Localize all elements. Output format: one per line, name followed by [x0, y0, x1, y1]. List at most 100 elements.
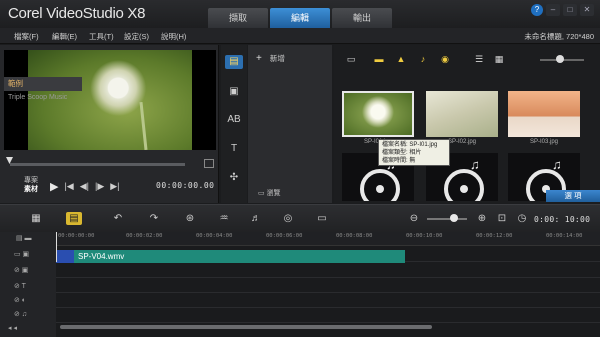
record-capture-icon[interactable]: ⊛	[182, 212, 198, 225]
fit-project-icon[interactable]: ⊡	[494, 212, 510, 225]
thumbnail-tooltip: 檔案名稱: SP-I01.jpg 檔案類型: 相片 檔案時間: 無	[378, 139, 450, 166]
media-icon[interactable]: ▤	[225, 55, 243, 69]
menu-help[interactable]: 說明(H)	[161, 31, 186, 42]
timeline-panel: ▤ ▬ ▭ ▣ ⊘ ▣ ⊘ T ⊘ ◐ ⊘ ♫ ◂ ◂ 00:00:00:00 …	[0, 232, 600, 337]
list-view-icon[interactable]: ☰	[472, 53, 486, 66]
menu-file[interactable]: 檔案(F)	[14, 31, 39, 42]
show-audio-icon[interactable]: ♪	[416, 53, 430, 66]
workspace-tabs: 擷取 編輯 輸出	[208, 8, 392, 28]
tooltip-filename: 檔案名稱: SP-I01.jpg	[382, 142, 438, 148]
import-folder-icon[interactable]: ▭	[344, 53, 358, 66]
ruler-tick: 00:00:02:00	[126, 233, 163, 239]
overlay-track[interactable]	[56, 264, 600, 278]
next-frame-icon[interactable]: |▶	[95, 181, 104, 192]
show-photo-icon[interactable]: ▲	[394, 53, 408, 66]
help-button[interactable]: ?	[531, 4, 543, 16]
menu-edit[interactable]: 編輯(E)	[52, 31, 77, 42]
undo-icon[interactable]: ↶	[110, 212, 126, 225]
project-title: 未命名標題, 720*480	[524, 32, 594, 41]
video-track-icon[interactable]: ▭ ▣	[14, 250, 50, 262]
options-button[interactable]: 選 項	[546, 190, 600, 202]
end-icon[interactable]: ▶|	[110, 181, 119, 192]
title-track-icon[interactable]: ⊘ T	[14, 282, 50, 294]
folder-triple-scoop-music[interactable]: Triple Scoop Music	[4, 91, 82, 105]
motion-tracking-icon[interactable]: ◎	[280, 212, 296, 225]
scrubber-bar[interactable]	[10, 163, 185, 166]
window-controls: ? – □ ✕	[531, 4, 594, 16]
app-title: Corel VideoStudio X8	[8, 5, 146, 22]
zoom-in-icon[interactable]: ⊕	[474, 212, 490, 225]
voice-track-icon[interactable]: ⊘ ◐	[14, 296, 50, 308]
zoom-out-icon[interactable]: ⊖	[406, 212, 422, 225]
overlay-track-icon[interactable]: ⊘ ▣	[14, 266, 50, 278]
tab-share[interactable]: 輸出	[332, 8, 392, 28]
ruler-tick: 00:00:04:00	[196, 233, 233, 239]
timeline-toolbar: ▦ ▤ ↶ ↷ ⊛ ♒ ♬ ◎ ▭ ⊖ ⊕ ⊡ ◷ 0:00: 10:00	[0, 204, 600, 232]
transport-controls: ▶ |◀ ◀| |▶ ▶|	[50, 180, 120, 193]
music-note-icon: ♫	[552, 157, 562, 172]
thumbnail-sp-i03[interactable]	[508, 91, 580, 137]
thumbnail-view-icon[interactable]: ▦	[492, 53, 506, 66]
maximize-button[interactable]: □	[563, 4, 577, 16]
track-manager-icon[interactable]: ▤ ▬	[16, 234, 52, 246]
thumbnail-sp-i01[interactable]	[342, 91, 414, 137]
menu-tools[interactable]: 工具(T)	[89, 31, 114, 42]
menu-bar: 檔案(F) 編輯(E) 工具(T) 設定(S) 說明(H) 未命名標題, 720…	[0, 28, 600, 44]
thumbnail-zoom-knob[interactable]	[556, 55, 564, 63]
timeline-zoom-track[interactable]	[427, 218, 467, 220]
media-toolbar: ▭ ▬ ▲ ♪ ◉ ☰ ▦	[334, 53, 600, 67]
menu-settings[interactable]: 設定(S)	[124, 31, 149, 42]
timeline-view-icon[interactable]: ▤	[66, 212, 82, 225]
thumbnail-sp-i02[interactable]	[426, 91, 498, 137]
browse-button[interactable]: ▭ 瀏覽	[258, 188, 281, 198]
thumbnail-label-sp-i03: SP-I03.jpg	[529, 139, 559, 145]
mode-project-label[interactable]: 專案	[24, 176, 38, 185]
filter-icon[interactable]: ✣	[225, 171, 243, 185]
player-timecode[interactable]: 00:00:00.00	[156, 181, 214, 190]
music-disc-icon	[444, 169, 484, 201]
time-ruler[interactable]: 00:00:00:00 00:00:02:00 00:00:04:00 00:0…	[56, 232, 600, 246]
timeline-zoom-knob[interactable]	[450, 214, 458, 222]
redo-icon[interactable]: ↷	[146, 212, 162, 225]
music-track[interactable]	[56, 309, 600, 323]
tab-edit[interactable]: 編輯	[270, 8, 330, 28]
tooltip-filetype: 檔案類型: 相片	[382, 150, 422, 156]
music-disc-icon	[360, 169, 400, 201]
previous-frame-icon[interactable]: ◀|	[80, 181, 89, 192]
ruler-tick: 00:00:10:00	[406, 233, 443, 239]
add-folder-button[interactable]: + 新增	[256, 53, 285, 64]
auto-music-icon[interactable]: ♬	[248, 212, 264, 225]
title-icon[interactable]: T	[225, 142, 243, 156]
ruler-tick: 00:00:06:00	[266, 233, 303, 239]
voice-track[interactable]	[56, 294, 600, 308]
transition-icon[interactable]: AB	[225, 113, 243, 127]
instant-project-icon[interactable]: ▣	[225, 85, 243, 99]
minimize-button[interactable]: –	[546, 4, 560, 16]
library-folder-panel: + 新增	[248, 45, 332, 203]
tooltip-duration: 檔案時間: 無	[382, 158, 416, 164]
home-icon[interactable]: |◀	[64, 181, 73, 192]
video-clip[interactable]: SP-V04.wmv	[56, 250, 405, 263]
play-icon[interactable]: ▶	[50, 180, 58, 193]
enlarge-preview-icon[interactable]	[204, 159, 214, 168]
close-button[interactable]: ✕	[580, 4, 594, 16]
music-note-icon: ♫	[470, 157, 480, 172]
music-track-icon[interactable]: ⊘ ♫	[14, 310, 50, 322]
sound-mixer-icon[interactable]: ♒	[216, 212, 232, 225]
track-headers: ▤ ▬ ▭ ▣ ⊘ ▣ ⊘ T ⊘ ◐ ⊘ ♫ ◂ ◂	[0, 232, 56, 337]
clock-icon: ◷	[517, 213, 527, 224]
subtitle-editor-icon[interactable]: ▭	[314, 212, 330, 225]
scroll-left-icon[interactable]: ◂ ◂	[8, 324, 44, 336]
show-video-icon[interactable]: ▬	[372, 53, 386, 66]
timeline-scrollbar[interactable]	[60, 325, 432, 329]
timeline-playhead[interactable]	[56, 232, 57, 262]
play-mode-selector[interactable]: 專案 素材	[24, 176, 38, 194]
sort-icon[interactable]: ◉	[438, 53, 452, 66]
folder-samples[interactable]: 範例	[4, 77, 82, 91]
storyboard-view-icon[interactable]: ▦	[28, 212, 44, 225]
tab-capture[interactable]: 擷取	[208, 8, 268, 28]
title-track[interactable]	[56, 279, 600, 293]
title-bar: Corel VideoStudio X8 擷取 編輯 輸出 ? – □ ✕	[0, 0, 600, 28]
mode-clip-label[interactable]: 素材	[24, 185, 38, 194]
ruler-tick: 00:00:00:00	[58, 233, 95, 239]
